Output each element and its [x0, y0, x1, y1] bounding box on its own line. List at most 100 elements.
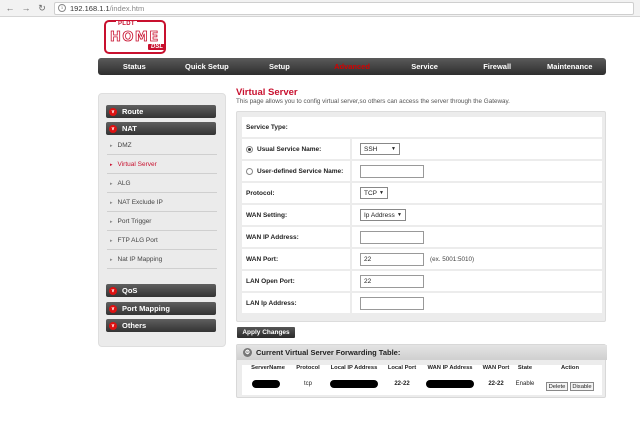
pldt-home-dsl-logo: PLDT HOME DSL	[104, 20, 166, 54]
col-state: State	[517, 365, 533, 371]
nav-firewall[interactable]: Firewall	[461, 62, 534, 71]
nav-maintenance[interactable]: Maintenance	[533, 62, 606, 71]
col-server-name: ServerName	[251, 365, 285, 371]
redacted-server-name	[252, 380, 280, 388]
sidebar-item-nat-ip-mapping[interactable]: ▸ Nat IP Mapping	[107, 251, 217, 269]
lan-ip-input[interactable]	[360, 297, 424, 310]
browser-toolbar: ← → ↻ i 192.168.1.1/index.htm	[0, 0, 640, 17]
wan-ip-input[interactable]	[360, 231, 424, 244]
main-nav: Status Quick Setup Setup Advanced Servic…	[98, 58, 606, 75]
protocol-select[interactable]: TCP ▼	[360, 187, 388, 199]
wan-ip-label: WAN IP Address:	[246, 233, 299, 241]
info-icon[interactable]: i	[58, 4, 66, 12]
sidebar-group-port-mapping[interactable]: ∨ Port Mapping	[106, 302, 216, 315]
col-action: Action	[560, 365, 580, 371]
sidebar-item-virtual-server[interactable]: ▸ Virtual Server	[107, 156, 217, 174]
sidebar-group-label: Route	[122, 107, 144, 116]
nav-quick-setup[interactable]: Quick Setup	[171, 62, 244, 71]
sidebar-group-route[interactable]: ∨ Route	[106, 105, 216, 118]
forwarding-table-panel: ⚙ Current Virtual Server Forwarding Tabl…	[236, 344, 607, 398]
lan-ip-row: LAN Ip Address:	[242, 293, 602, 313]
sidebar-group-label: Others	[122, 321, 147, 330]
user-defined-service-label: User-defined Service Name:	[246, 161, 343, 181]
arrow-right-icon: ▸	[110, 199, 113, 206]
chevron-down-icon: ∨	[109, 124, 117, 133]
forwarding-table-title: Current Virtual Server Forwarding Table:	[256, 348, 401, 357]
lan-open-port-row: LAN Open Port: 22	[242, 271, 602, 291]
divider	[350, 161, 352, 181]
cell-wan-port: 22-22	[488, 381, 504, 387]
arrow-right-icon: ▸	[110, 218, 113, 225]
chevron-down-icon: ∨	[109, 321, 117, 330]
divider	[350, 183, 352, 203]
forward-icon[interactable]: →	[20, 2, 32, 14]
usual-service-row: Usual Service Name: SSH ▼	[242, 139, 602, 159]
sidebar-group-nat[interactable]: ∨ NAT	[106, 122, 216, 135]
wan-port-label: WAN Port:	[246, 255, 279, 263]
cell-local-port: 22-22	[394, 381, 410, 387]
user-defined-service-input[interactable]	[360, 165, 424, 178]
user-defined-service-radio[interactable]	[246, 167, 253, 175]
nav-setup[interactable]: Setup	[243, 62, 316, 71]
sidebar-group-others[interactable]: ∨ Others	[106, 319, 216, 332]
service-type-label: Service Type:	[246, 123, 288, 131]
divider	[350, 205, 352, 225]
nav-status[interactable]: Status	[98, 62, 171, 71]
forwarding-table-header: ⚙ Current Virtual Server Forwarding Tabl…	[237, 345, 607, 360]
cell-state: Enable	[515, 381, 535, 387]
lan-ip-label: LAN Ip Address:	[246, 299, 297, 307]
page-title: Virtual Server	[236, 87, 298, 98]
usual-service-select[interactable]: SSH ▼	[360, 143, 400, 155]
sidebar-item-label: Virtual Server	[117, 161, 157, 168]
nav-service[interactable]: Service	[388, 62, 461, 71]
sidebar-item-port-trigger[interactable]: ▸ Port Trigger	[107, 213, 217, 231]
sidebar-item-label: ALG	[117, 180, 131, 187]
logo-name: HOME	[110, 30, 160, 46]
wan-port-input[interactable]: 22	[360, 253, 424, 266]
forwarding-table: ServerName Protocol Local IP Address Loc…	[242, 365, 602, 395]
virtual-server-form: Service Type: Usual Service Name: SSH ▼ U…	[236, 111, 606, 322]
usual-service-radio[interactable]	[246, 145, 253, 153]
reload-icon[interactable]: ↻	[36, 2, 48, 14]
url-path: /index.htm	[109, 3, 145, 13]
logo-suffix: DSL	[148, 44, 166, 50]
sidebar-group-qos[interactable]: ∨ QoS	[106, 284, 216, 297]
caret-down-icon: ▼	[379, 190, 384, 196]
divider	[350, 293, 352, 313]
sidebar-item-nat-exclude-ip[interactable]: ▸ NAT Exclude IP	[107, 194, 217, 212]
wan-setting-row: WAN Setting: Ip Address ▼	[242, 205, 602, 225]
sidebar-item-ftp-alg-port[interactable]: ▸ FTP ALG Port	[107, 232, 217, 250]
chevron-down-icon: ∨	[109, 304, 117, 313]
wan-port-hint: (ex. 5001:5010)	[430, 255, 475, 263]
sidebar-item-alg[interactable]: ▸ ALG	[107, 175, 217, 193]
sidebar-item-label: Nat IP Mapping	[117, 256, 163, 263]
sidebar-item-label: FTP ALG Port	[117, 237, 158, 244]
page-description: This page allows you to config virtual s…	[236, 98, 510, 105]
disable-button[interactable]: Disable	[570, 382, 594, 391]
delete-button[interactable]: Delete	[546, 382, 568, 391]
divider	[350, 271, 352, 291]
nav-advanced[interactable]: Advanced	[316, 62, 389, 71]
user-defined-service-label-text: User-defined Service Name:	[257, 167, 344, 175]
sidebar-group-label: Port Mapping	[122, 304, 170, 313]
sidebar-item-dmz[interactable]: ▸ DMZ	[107, 137, 217, 155]
service-type-row: Service Type:	[242, 117, 602, 137]
address-bar[interactable]: i 192.168.1.1/index.htm	[54, 1, 634, 15]
wan-setting-select[interactable]: Ip Address ▼	[360, 209, 406, 221]
sidebar-item-label: DMZ	[117, 142, 132, 149]
apply-changes-button[interactable]: Apply Changes	[237, 327, 295, 338]
arrow-right-icon: ▸	[110, 161, 113, 168]
lan-open-port-input[interactable]: 22	[360, 275, 424, 288]
redacted-wan-ip	[426, 380, 474, 388]
user-defined-service-row: User-defined Service Name:	[242, 161, 602, 181]
cell-protocol: tcp	[303, 381, 312, 387]
back-icon[interactable]: ←	[4, 2, 16, 14]
url-host: 192.168.1.1	[70, 3, 110, 13]
col-local-ip: Local IP Address	[330, 365, 378, 371]
sidebar: ∨ Route ∨ NAT ▸ DMZ ▸ Virtual Server ▸ ALG ▸ N…	[98, 93, 226, 347]
col-local-port: Local Port	[387, 365, 417, 371]
caret-down-icon: ▼	[391, 146, 396, 152]
sidebar-item-label: NAT Exclude IP	[117, 199, 163, 206]
col-wan-ip: WAN IP Address	[427, 365, 473, 371]
wan-ip-row: WAN IP Address:	[242, 227, 602, 247]
